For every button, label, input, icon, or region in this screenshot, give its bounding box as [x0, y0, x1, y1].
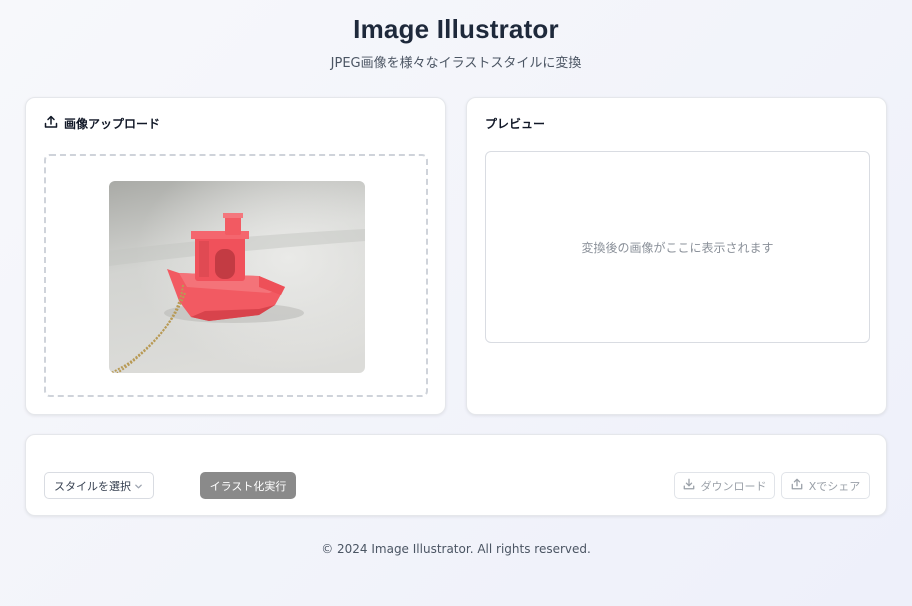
share-x-button[interactable]: Xでシェア	[781, 472, 870, 499]
download-label: ダウンロード	[700, 479, 767, 493]
style-select-value: スタイルを選択	[54, 479, 131, 493]
download-icon	[683, 478, 701, 493]
upload-icon	[44, 115, 64, 132]
upload-card-header: 画像アップロード	[44, 115, 160, 132]
preview-heading: プレビュー	[485, 117, 546, 131]
share-label: Xでシェア	[808, 479, 861, 493]
app-title: Image Illustrator	[353, 14, 559, 44]
share-icon	[791, 478, 809, 493]
upload-heading: 画像アップロード	[64, 117, 161, 131]
upload-card: 画像アップロード	[25, 97, 446, 415]
app-subtitle: JPEG画像を様々なイラストスタイルに変換	[330, 56, 582, 71]
preview-placeholder: 変換後の画像がここに表示されます	[581, 240, 774, 255]
uploaded-image	[109, 181, 365, 373]
preview-area: 変換後の画像がここに表示されます	[485, 151, 870, 343]
chevron-down-icon	[134, 481, 143, 494]
actions-bar: スタイルを選択 イラスト化実行 ダウンロード Xでシェア	[25, 434, 887, 516]
run-illustrate-button[interactable]: イラスト化実行	[200, 472, 296, 499]
preview-card: プレビュー 変換後の画像がここに表示されます	[466, 97, 887, 415]
style-select[interactable]: スタイルを選択	[44, 472, 154, 499]
upload-dropzone[interactable]	[44, 154, 428, 397]
footer-copyright: © 2024 Image Illustrator. All rights res…	[321, 542, 591, 556]
download-button[interactable]: ダウンロード	[674, 472, 775, 499]
preview-card-header: プレビュー	[485, 115, 545, 132]
